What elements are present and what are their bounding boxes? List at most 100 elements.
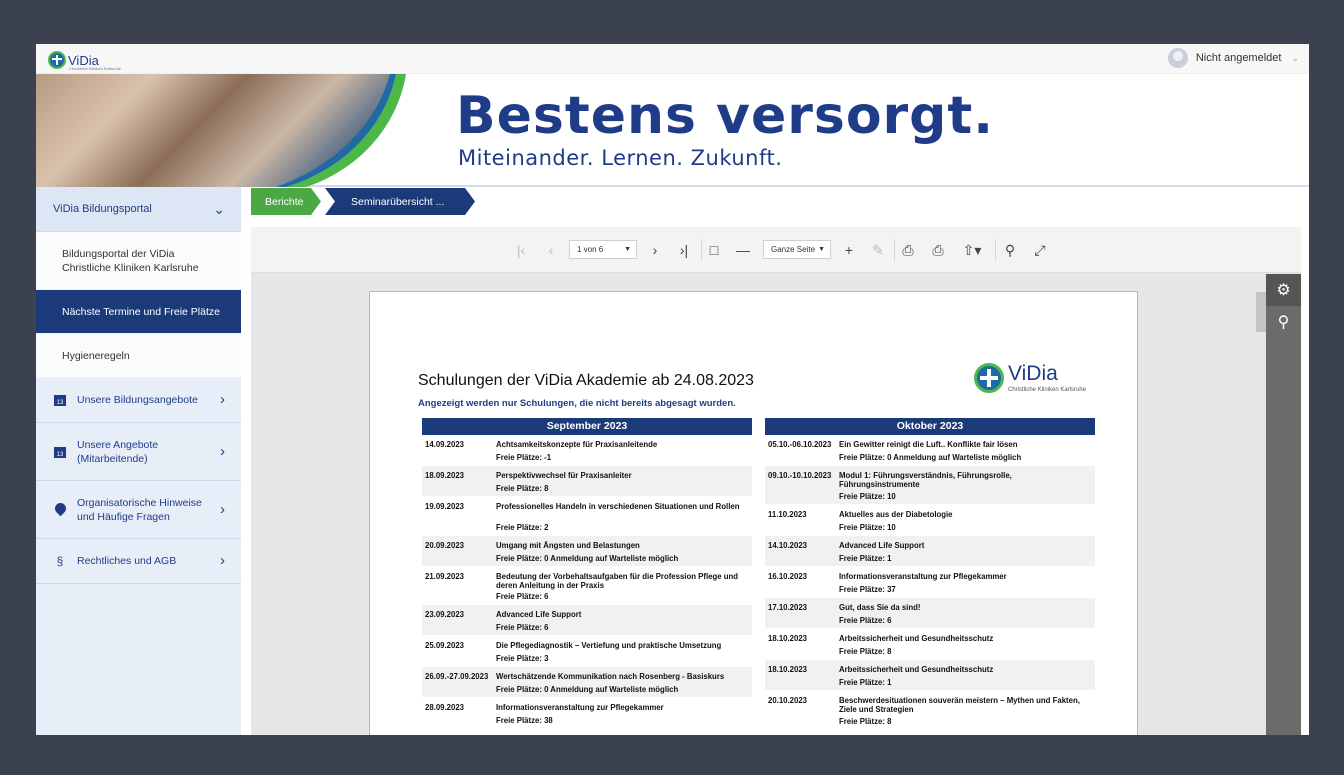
sidebar-item-label: Nächste Termine und Freie Plätze xyxy=(62,305,220,318)
table-row: 19.09.2023 Professionelles Handeln in ver… xyxy=(422,497,752,536)
course-title: Advanced Life Support xyxy=(496,610,582,619)
breadcrumb-berichte[interactable]: Berichte xyxy=(251,188,321,215)
sidebar-section-label: ViDia Bildungsportal xyxy=(53,203,152,215)
sidebar-item-label: Bildungsportal der ViDia Christliche Kli… xyxy=(62,247,199,274)
sidebar-item-hygieneregeln[interactable]: Hygieneregeln xyxy=(36,334,241,378)
search-icon[interactable]: ⚲ xyxy=(1266,306,1301,338)
dropdown-arrow-icon: ▼ xyxy=(818,246,825,253)
free-places: Freie Plätze: 2 xyxy=(496,523,549,532)
table-row: 28.09.2023 Informationsveranstaltung zur … xyxy=(422,698,752,729)
course-title: Informationsveranstaltung zur Pflegekamm… xyxy=(839,572,1007,581)
course-date: 20.09.2023 xyxy=(425,541,465,550)
course-date: 21.09.2023 xyxy=(425,572,465,581)
previous-page-icon[interactable]: ‹ xyxy=(543,241,559,259)
single-page-icon[interactable]: □ xyxy=(705,241,723,259)
next-page-icon[interactable]: › xyxy=(647,241,663,259)
table-row: 17.10.2023 Gut, dass Sie da sind! Freie Pl… xyxy=(765,598,1095,629)
course-title: Advanced Life Support xyxy=(839,541,925,550)
chevron-right-icon: › xyxy=(220,552,225,569)
september-table: September 2023 14.09.2023 Achtsamkeitskon… xyxy=(422,418,752,729)
chevron-down-icon: ⌄ xyxy=(213,201,225,217)
top-bar: ViDia Christliche Kliniken Karlsruhe Nic… xyxy=(36,44,1309,74)
table-row: 21.09.2023 Bedeutung der Vorbehaltsaufgab… xyxy=(422,567,752,605)
course-title: Umgang mit Ängsten und Belastungen xyxy=(496,541,640,550)
course-date: 11.10.2023 xyxy=(768,510,807,519)
paragraph-icon: § xyxy=(56,554,64,568)
page-select-value: 1 von 6 xyxy=(577,245,604,254)
sidebar-item-hinweise-fragen[interactable]: Organisatorische Hinweise und Häufige Fr… xyxy=(36,481,241,539)
toolbar-divider xyxy=(995,239,996,261)
course-title: Achtsamkeitskonzepte für Praxisanleitend… xyxy=(496,440,658,449)
course-title: Perspektivwechsel für Praxisanleiter xyxy=(496,471,632,480)
edit-parameters-icon[interactable]: ✎ xyxy=(869,241,887,259)
sidebar-item-label: Organisatorische Hinweise und Häufige Fr… xyxy=(77,496,202,523)
banner-title: Bestens versorgt. xyxy=(456,86,995,146)
sidebar-item-bildungsangebote[interactable]: 13 Unsere Bildungsangebote › xyxy=(36,378,241,423)
free-places: Freie Plätze: 1 xyxy=(839,554,892,563)
page-select[interactable]: 1 von 6 ▼ xyxy=(569,240,637,259)
map-pin-icon xyxy=(52,500,68,517)
table-row: 20.09.2023 Umgang mit Ängsten und Belastu… xyxy=(422,536,752,567)
sidebar: ViDia Bildungsportal ⌄ Bildungsportal de… xyxy=(36,187,241,735)
free-places: Freie Plätze: 37 xyxy=(839,585,896,594)
course-date: 18.10.2023 xyxy=(768,665,808,674)
course-date: 05.10.-06.10.2023 xyxy=(768,440,832,449)
viewer-toolbar: |‹ ‹ 1 von 6 ▼ › ›| □ — Ganze Seite ▼ + … xyxy=(251,227,1301,273)
breadcrumb-seminaruebersicht[interactable]: Seminarübersicht ... xyxy=(325,188,475,215)
table-row: 09.10.-10.10.2023 Modul 1: Führungsverstä… xyxy=(765,466,1095,505)
sidebar-item-naechste-termine[interactable]: Nächste Termine und Freie Plätze xyxy=(36,290,241,334)
print-icon[interactable]: ⎙ xyxy=(899,241,917,259)
last-page-icon[interactable]: ›| xyxy=(675,241,693,259)
sidebar-item-label: Rechtliches und AGB xyxy=(77,555,177,567)
toolbar-divider xyxy=(894,239,895,261)
scrollbar-thumb[interactable] xyxy=(1256,292,1266,332)
settings-gear-icon[interactable]: ⚙ xyxy=(1266,274,1301,306)
zoom-select[interactable]: Ganze Seite ▼ xyxy=(763,240,831,259)
sidebar-item-bildungsportal-info[interactable]: Bildungsportal der ViDia Christliche Kli… xyxy=(36,232,241,290)
chevron-right-icon: › xyxy=(220,500,225,518)
course-date: 14.10.2023 xyxy=(768,541,808,550)
table-row: 16.10.2023 Informationsveranstaltung zur … xyxy=(765,567,1095,598)
avatar-icon xyxy=(1167,48,1188,68)
export-icon[interactable]: ⇧▾ xyxy=(959,241,985,259)
report-logo-name: ViDia xyxy=(1008,362,1058,385)
banner-swoosh xyxy=(276,74,406,187)
free-places: Freie Plätze: 10 xyxy=(839,492,896,501)
course-title: Professionelles Handeln in verschiedenen… xyxy=(496,502,740,511)
zoom-select-value: Ganze Seite xyxy=(771,245,816,254)
course-date: 09.10.-10.10.2023 xyxy=(768,471,832,480)
zoom-in-icon[interactable]: + xyxy=(841,241,857,259)
chevron-right-icon: › xyxy=(220,442,225,460)
fullscreen-icon[interactable]: ⤢ xyxy=(1031,241,1049,259)
toolbar-divider xyxy=(701,239,702,261)
user-menu[interactable]: Nicht angemeldet ⌄ xyxy=(1167,48,1299,68)
course-date: 16.10.2023 xyxy=(768,572,808,581)
dropdown-arrow-icon: ▼ xyxy=(624,246,631,253)
first-page-icon[interactable]: |‹ xyxy=(513,241,529,259)
banner-subtitle: Miteinander. Lernen. Zukunft. xyxy=(458,146,783,170)
table-row: 18.10.2023 Arbeitssicherheit und Gesundhe… xyxy=(765,660,1095,691)
course-date: 17.10.2023 xyxy=(768,603,808,612)
course-title: Aktuelles aus der Diabetologie xyxy=(839,510,953,519)
table-row: 14.10.2023 Advanced Life Support Freie Plä… xyxy=(765,536,1095,567)
sidebar-section-bildungsportal[interactable]: ViDia Bildungsportal ⌄ xyxy=(36,187,241,232)
course-title: Wertschätzende Kommunikation nach Rosenb… xyxy=(496,672,725,681)
search-icon[interactable]: ⚲ xyxy=(1001,241,1019,259)
print-page-icon[interactable]: ⎙ xyxy=(929,241,947,259)
course-date: 25.09.2023 xyxy=(425,641,465,650)
table-row: 11.10.2023 Aktuelles aus der Diabetologie… xyxy=(765,505,1095,536)
logo-tagline: Christliche Kliniken Karlsruhe xyxy=(69,66,122,71)
scrollbar[interactable] xyxy=(1256,282,1266,735)
sidebar-item-angebote-mitarbeitende[interactable]: 13 Unsere Angebote (Mitarbeitende) › xyxy=(36,423,241,481)
report-logo-tagline: Christliche Kliniken Karlsruhe xyxy=(1008,387,1087,393)
free-places: Freie Plätze: 0 Anmeldung auf Warteliste… xyxy=(496,685,679,694)
course-date: 26.09.-27.09.2023 xyxy=(425,672,489,681)
course-date: 20.10.2023 xyxy=(768,696,808,705)
course-title: Ein Gewitter reinigt die Luft.. Konflikt… xyxy=(839,440,1018,449)
zoom-out-icon[interactable]: — xyxy=(735,241,751,259)
free-places: Freie Plätze: 0 Anmeldung auf Warteliste… xyxy=(839,453,1022,462)
sidebar-item-label: Unsere Bildungsangebote xyxy=(77,394,198,406)
free-places: Freie Plätze: 38 xyxy=(496,716,553,725)
sidebar-item-rechtliches-agb[interactable]: § Rechtliches und AGB › xyxy=(36,539,241,584)
vidia-logo[interactable]: ViDia Christliche Kliniken Karlsruhe xyxy=(48,49,121,71)
